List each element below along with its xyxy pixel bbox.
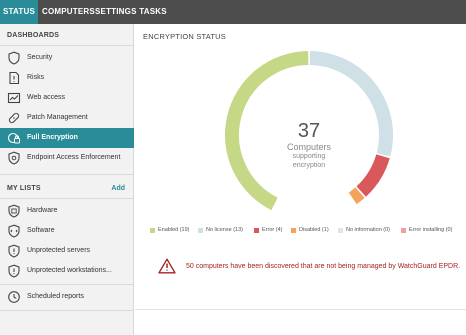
- gauge-caption-line1: Computers: [286, 142, 331, 152]
- sidebar-item-endpoint-access-enforcement[interactable]: Endpoint Access Enforcement: [0, 148, 134, 168]
- encryption-icon: [7, 132, 20, 144]
- sidebar-item-full-encryption[interactable]: Full Encryption: [0, 128, 134, 148]
- sidebar-item-label: Endpoint Access Enforcement: [27, 154, 121, 161]
- divider: [0, 174, 134, 175]
- sidebar-item-web-access[interactable]: Web access: [0, 88, 134, 108]
- hardware-icon: [8, 204, 20, 218]
- tab-settings[interactable]: SETTINGS: [95, 0, 136, 24]
- legend-label: Error (4): [262, 227, 283, 233]
- sidebar-item-unprotected-servers[interactable]: Unprotected servers: [0, 241, 134, 261]
- encryption-status-panel: ENCRYPTION STATUS Enabled (19) No licens…: [135, 24, 466, 335]
- sidebar-item-security[interactable]: Security: [0, 48, 134, 68]
- legend-swatch: [150, 228, 155, 233]
- gauge-caption-line2: supporting: [292, 153, 326, 160]
- gauge-total-number: 37: [297, 120, 321, 142]
- add-list-link[interactable]: Add: [111, 185, 125, 192]
- legend-swatch: [198, 228, 203, 233]
- divider: [0, 198, 134, 199]
- divider: [0, 310, 134, 311]
- shield-warning-icon: [8, 264, 20, 278]
- clock-icon: [8, 291, 20, 303]
- gauge-segment-disabled[interactable]: [348, 187, 365, 205]
- gauge-caption-line3: encryption: [292, 162, 326, 169]
- sidebar-item-label: Web access: [27, 94, 65, 101]
- sidebar-item-label: Risks: [27, 74, 45, 81]
- shield-icon: [8, 51, 20, 65]
- sidebar-item-label: Software: [27, 227, 55, 234]
- sidebar-item-unprotected-workstations[interactable]: Unprotected workstations...: [0, 261, 134, 281]
- divider: [0, 45, 134, 46]
- divider: [0, 284, 134, 285]
- sidebar-item-patch-management[interactable]: Patch Management: [0, 108, 134, 128]
- sidebar-item-label: Scheduled reports: [27, 293, 84, 300]
- legend-swatch: [254, 228, 259, 233]
- sidebar-item-label: Unprotected servers: [27, 247, 91, 254]
- legend-label: No license (13): [206, 227, 243, 233]
- legend-label: Disabled (1): [299, 227, 329, 233]
- sidebar-item-scheduled-reports[interactable]: Scheduled reports: [0, 287, 134, 307]
- dashboards-heading: DASHBOARDS: [7, 32, 60, 39]
- sidebar-item-label: Security: [27, 54, 53, 61]
- divider: [135, 309, 466, 310]
- sidebar-item-risks[interactable]: Risks: [0, 68, 134, 88]
- my-lists-heading: MY LISTS: [7, 185, 41, 192]
- sidebar-item-software[interactable]: Software: [0, 221, 134, 241]
- sidebar-item-label: Hardware: [27, 207, 58, 214]
- shield-gear-icon: [8, 151, 20, 165]
- tab-tasks[interactable]: TASKS: [139, 0, 167, 24]
- legend-swatch: [291, 228, 296, 233]
- legend-label: Enabled (19): [158, 227, 190, 233]
- document-warning-icon: [9, 71, 20, 85]
- top-nav: STATUS COMPUTERS SETTINGS TASKS: [0, 0, 466, 24]
- tab-computers[interactable]: COMPUTERS: [42, 0, 95, 24]
- legend-swatch: [401, 228, 406, 233]
- software-icon: [8, 224, 20, 238]
- sidebar-item-label: Full Encryption: [27, 134, 78, 141]
- sidebar-item-hardware[interactable]: Hardware: [0, 201, 134, 221]
- legend-label: Error installing (0): [409, 227, 453, 233]
- sidebar: DASHBOARDS Security Risks Web access Pat…: [0, 24, 134, 335]
- warning-icon: [158, 258, 176, 274]
- legend-label: No information (0): [346, 227, 391, 233]
- unmanaged-warning-text[interactable]: 50 computers have been discovered that a…: [186, 263, 460, 270]
- tab-status[interactable]: STATUS: [0, 0, 38, 24]
- chart-line-icon: [7, 92, 21, 104]
- legend-swatch: [338, 228, 343, 233]
- shield-warning-icon: [8, 244, 20, 258]
- bandage-icon: [8, 112, 20, 124]
- sidebar-item-label: Unprotected workstations...: [27, 267, 112, 274]
- sidebar-item-label: Patch Management: [27, 114, 88, 121]
